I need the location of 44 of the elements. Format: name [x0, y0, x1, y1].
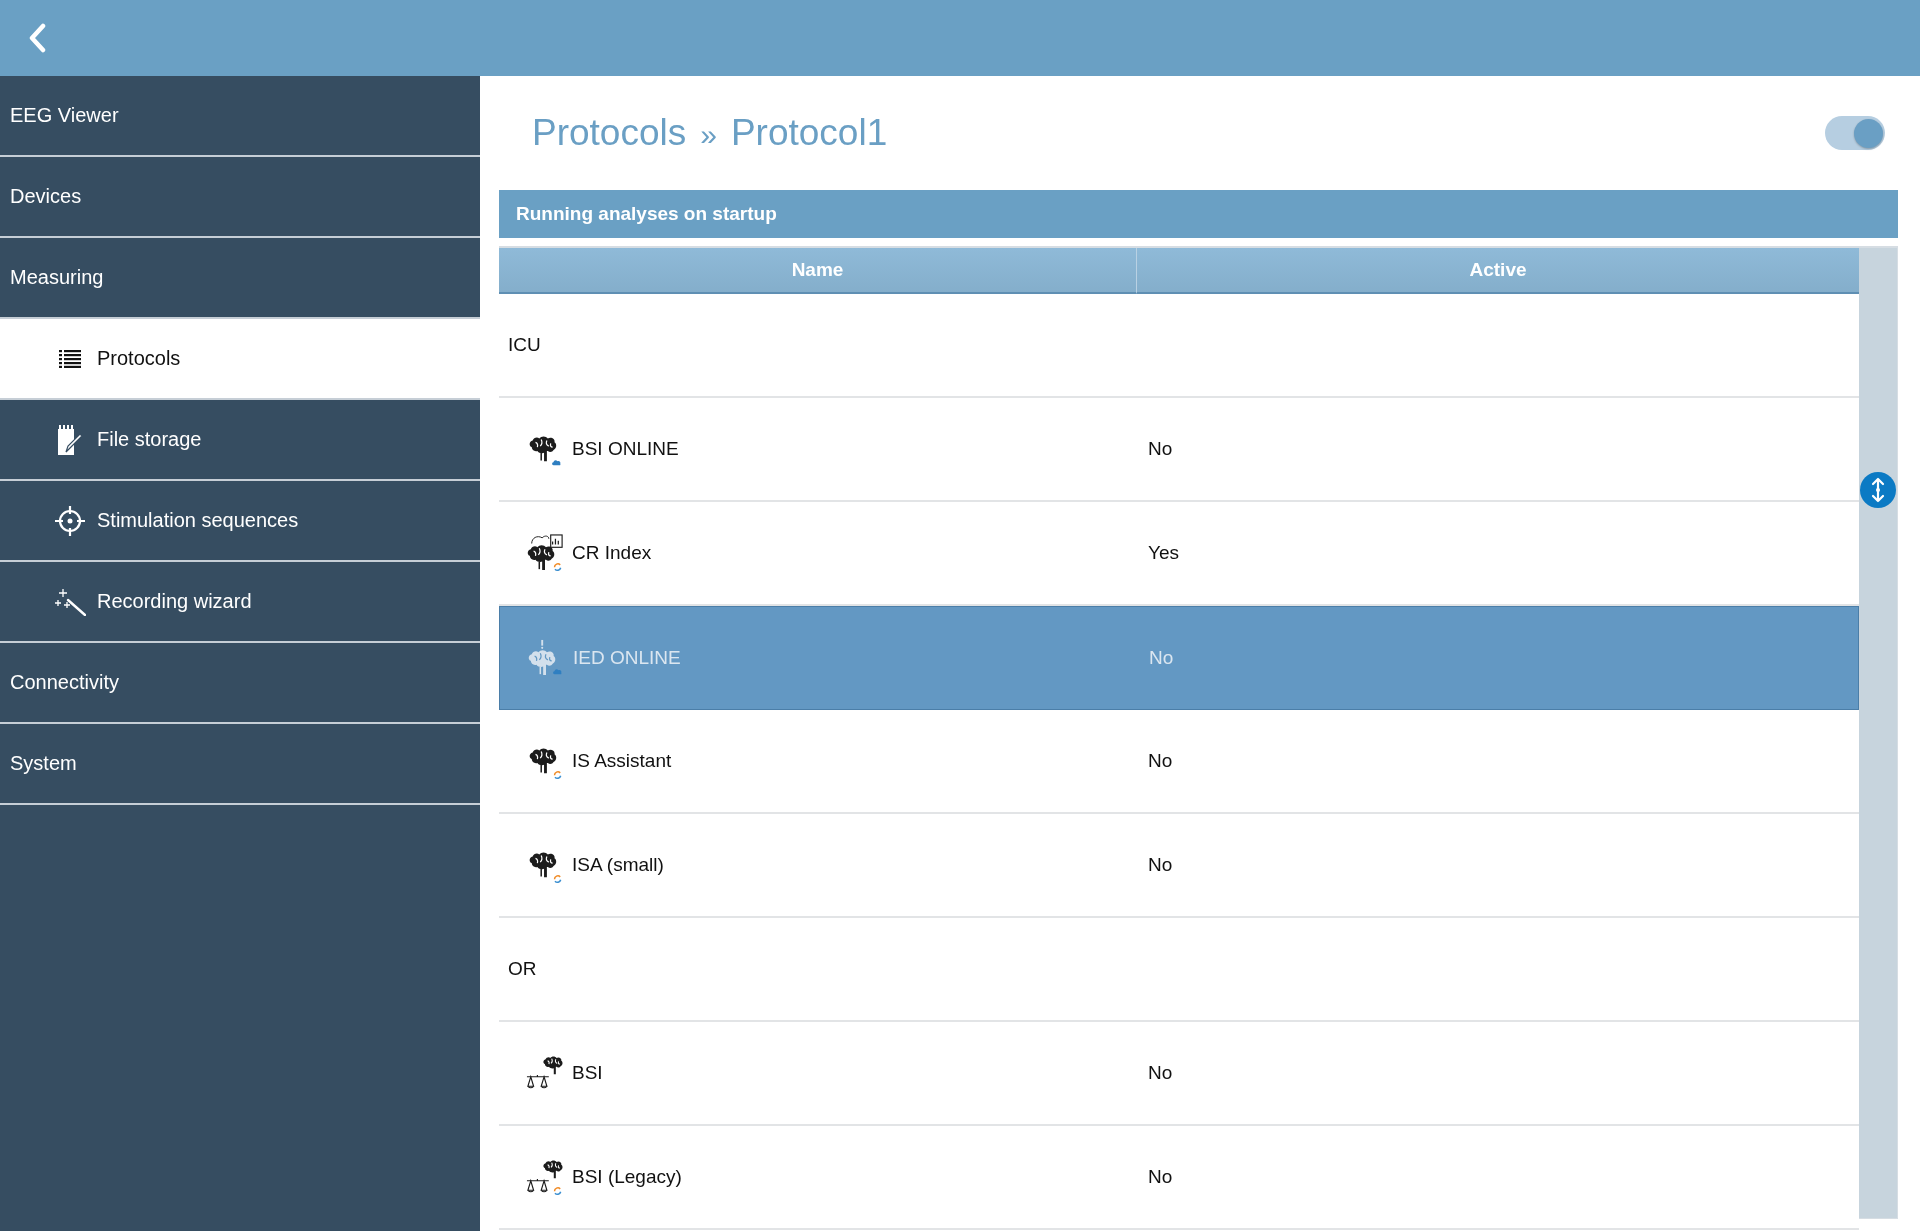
table-cell: ISA (small): [572, 854, 664, 876]
sidebar-item[interactable]: EEG Viewer: [0, 76, 480, 157]
table-cell: No: [1148, 750, 1173, 771]
table-cell: No: [1148, 438, 1173, 459]
table-cell: BSI ONLINE: [572, 438, 679, 460]
table-cell: No: [1148, 854, 1173, 875]
sidebar-subitem[interactable]: Protocols: [0, 319, 480, 400]
back-icon[interactable]: [28, 23, 46, 53]
sidebar-item[interactable]: Devices: [0, 157, 480, 238]
toggle-switch[interactable]: [1825, 116, 1885, 150]
sidebar-item[interactable]: System: [0, 724, 480, 805]
list-icon: [59, 349, 81, 368]
table-row[interactable]: BSI (Legacy) No: [499, 1126, 1859, 1230]
table-cell: IS Assistant: [572, 750, 672, 772]
table-cell: No: [1148, 1062, 1173, 1083]
breadcrumb-item: Protocol1: [730, 112, 888, 154]
scales-brain-sync-icon: [526, 1158, 564, 1196]
sidebar-subitem[interactable]: Recording wizard: [0, 562, 480, 643]
table-row[interactable]: IS Assistant No: [499, 710, 1859, 814]
section-header: Running analyses on startup: [499, 190, 1898, 238]
notepad-pen-icon: [58, 424, 82, 455]
table-cell: Yes: [1148, 542, 1179, 563]
crosshair-icon: [55, 505, 85, 536]
magic-wand-icon: [54, 587, 86, 616]
sidebar-item[interactable]: Connectivity: [0, 643, 480, 724]
table-cell: BSI: [572, 1062, 603, 1084]
sidebar-subitem[interactable]: File storage: [0, 400, 480, 481]
table-row[interactable]: BSI ONLINE No: [499, 398, 1859, 502]
scrollbar-track[interactable]: [1859, 248, 1898, 1219]
group-label: ICU: [507, 334, 541, 356]
table-cell: CR Index: [572, 542, 652, 564]
brain-chart-icon: [526, 534, 564, 572]
table-cell: No: [1148, 1166, 1173, 1187]
table-row[interactable]: BSI No: [499, 1022, 1859, 1126]
table-row[interactable]: OR: [499, 918, 1859, 1022]
breadcrumb-separator: »: [700, 118, 717, 152]
table-row[interactable]: ICU: [499, 294, 1859, 398]
table-row[interactable]: ISA (small) No: [499, 814, 1859, 918]
table-cell: BSI (Legacy): [572, 1166, 682, 1188]
scroll-handle-icon[interactable]: [1860, 472, 1896, 508]
sidebar-subitem[interactable]: Stimulation sequences: [0, 481, 480, 562]
table-cell: No: [1149, 647, 1174, 668]
table-cell: IED ONLINE: [573, 647, 681, 669]
group-label: OR: [507, 958, 537, 980]
